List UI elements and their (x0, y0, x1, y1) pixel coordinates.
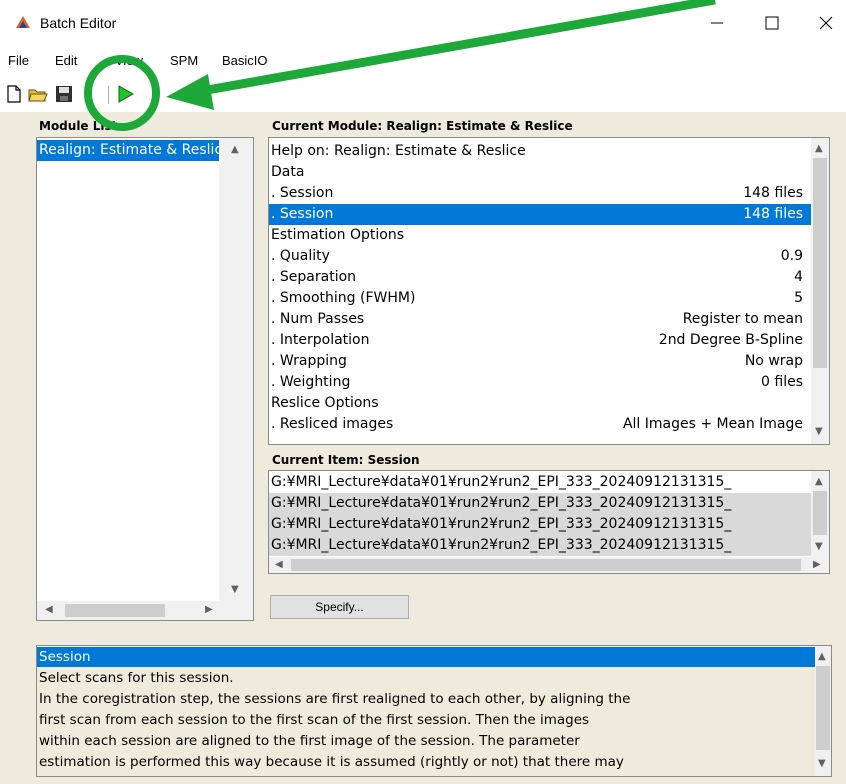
help-line: estimation is performed this way because… (39, 754, 624, 770)
matlab-icon (14, 14, 32, 32)
open-folder-icon[interactable] (28, 84, 48, 104)
module-row-resliced-images[interactable]: . Resliced images All Images + Mean Imag… (269, 414, 811, 435)
hscroll-thumb[interactable] (65, 604, 165, 617)
module-row-quality[interactable]: . Quality 0.9 (269, 246, 811, 267)
toolbar-separator (108, 86, 109, 104)
menu-basicio[interactable]: BasicIO (222, 53, 268, 68)
menu-edit[interactable]: Edit (55, 53, 77, 68)
save-icon[interactable] (54, 84, 74, 104)
module-row-weighting[interactable]: . Weighting 0 files (269, 372, 811, 393)
scroll-right-icon[interactable]: ▶ (205, 604, 213, 615)
help-line: Select scans for this session. (39, 670, 234, 686)
title-bar: Batch Editor (0, 0, 846, 46)
scroll-up-icon[interactable]: ▲ (815, 143, 823, 154)
scroll-up-icon[interactable]: ▲ (231, 144, 239, 155)
help-title: Session (37, 647, 815, 667)
current-item-label: Current Item: Session (272, 453, 420, 467)
menu-file[interactable]: File (8, 53, 29, 68)
run-batch-icon[interactable] (115, 84, 135, 104)
module-row-help[interactable]: Help on: Realign: Estimate & Reslice (269, 141, 811, 162)
module-list[interactable]: Realign: Estimate & Reslice ▲ ▼ ◀ ▶ (36, 137, 254, 621)
scroll-right-icon[interactable]: ▶ (813, 559, 821, 570)
help-line: first scan from each session to the firs… (39, 712, 590, 728)
current-item-hscroll[interactable]: ◀ ▶ (269, 557, 829, 573)
scroll-down-icon[interactable]: ▼ (231, 584, 239, 595)
menu-spm[interactable]: SPM (170, 53, 198, 68)
menu-bar: File Edit View SPM BasicIO (0, 46, 846, 76)
vscroll-thumb[interactable] (816, 666, 830, 750)
help-panel[interactable]: Session Select scans for this session. I… (36, 645, 832, 777)
current-module-list[interactable]: Help on: Realign: Estimate & Reslice Dat… (268, 137, 830, 445)
scroll-left-icon[interactable]: ◀ (45, 604, 53, 615)
module-row-separation[interactable]: . Separation 4 (269, 267, 811, 288)
window-title: Batch Editor (40, 15, 117, 31)
file-row[interactable]: G:¥MRI_Lecture¥data¥01¥run2¥run2_EPI_333… (269, 472, 811, 493)
module-list-vscroll[interactable]: ▲ ▼ (219, 138, 253, 601)
scroll-left-icon[interactable]: ◀ (275, 559, 283, 570)
help-text-area: Select scans for this session. In the co… (37, 667, 815, 776)
minimize-button[interactable] (697, 8, 737, 38)
vscroll-thumb[interactable] (813, 158, 827, 368)
module-row-session-1[interactable]: . Session 148 files (269, 183, 811, 204)
module-row-reslice-options[interactable]: Reslice Options (269, 393, 811, 414)
scroll-down-icon[interactable]: ▼ (815, 541, 823, 552)
new-file-icon[interactable] (4, 84, 24, 104)
current-item-vscroll[interactable]: ▲ ▼ (811, 471, 829, 557)
module-row-interpolation[interactable]: . Interpolation 2nd Degree B-Spline (269, 330, 811, 351)
specify-button[interactable]: Specify... (270, 595, 409, 619)
module-row-smoothing[interactable]: . Smoothing (FWHM) 5 (269, 288, 811, 309)
module-list-label: Module List (39, 119, 118, 133)
current-item-list[interactable]: G:¥MRI_Lecture¥data¥01¥run2¥run2_EPI_333… (268, 470, 830, 574)
scroll-up-icon[interactable]: ▲ (818, 651, 826, 662)
maximize-button[interactable] (752, 8, 792, 38)
module-row-wrapping[interactable]: . Wrapping No wrap (269, 351, 811, 372)
file-row[interactable]: G:¥MRI_Lecture¥data¥01¥run2¥run2_EPI_333… (269, 535, 811, 556)
menu-view[interactable]: View (115, 53, 143, 68)
module-row-session-2[interactable]: . Session 148 files (269, 204, 811, 225)
module-row-num-passes[interactable]: . Num Passes Register to mean (269, 309, 811, 330)
vscroll-thumb[interactable] (813, 491, 827, 535)
module-list-hscroll[interactable]: ◀ ▶ (37, 601, 253, 620)
current-module-label: Current Module: Realign: Estimate & Resl… (272, 119, 573, 133)
help-vscroll[interactable]: ▲ ▼ (815, 646, 831, 776)
close-button[interactable] (806, 8, 846, 38)
module-row-estimation-options[interactable]: Estimation Options (269, 225, 811, 246)
module-list-item[interactable]: Realign: Estimate & Reslice (37, 140, 231, 161)
scroll-down-icon[interactable]: ▼ (815, 426, 823, 437)
hscroll-thumb[interactable] (291, 559, 801, 571)
module-row-data[interactable]: Data (269, 162, 811, 183)
help-line: within each session are aligned to the f… (39, 733, 580, 749)
scroll-down-icon[interactable]: ▼ (818, 758, 826, 769)
file-row[interactable]: G:¥MRI_Lecture¥data¥01¥run2¥run2_EPI_333… (269, 493, 811, 514)
current-module-vscroll[interactable]: ▲ ▼ (811, 138, 829, 444)
toolbar (0, 76, 846, 112)
file-row[interactable]: G:¥MRI_Lecture¥data¥01¥run2¥run2_EPI_333… (269, 514, 811, 535)
scroll-up-icon[interactable]: ▲ (815, 476, 823, 487)
help-line: In the coregistration step, the sessions… (39, 691, 631, 707)
